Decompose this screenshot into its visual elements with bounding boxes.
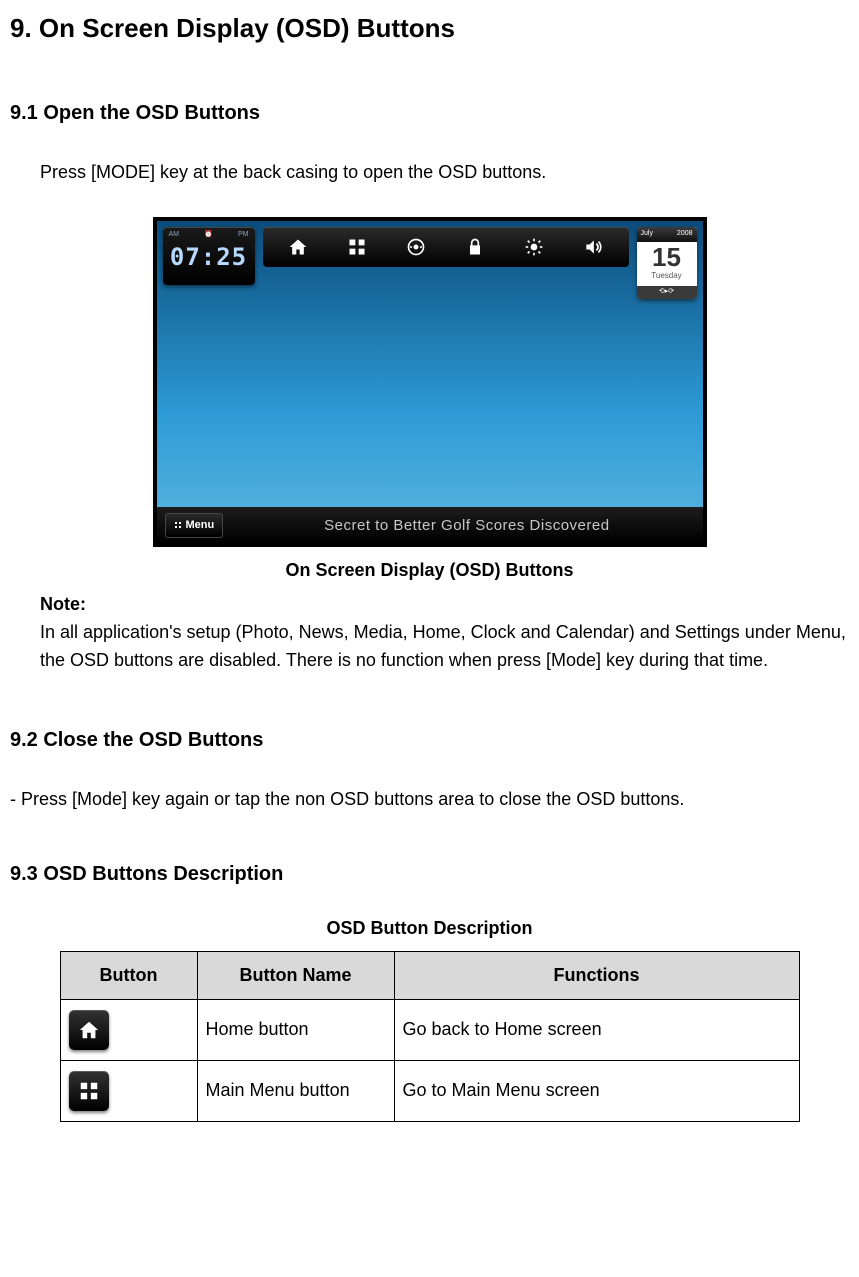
table-row: Main Menu button Go to Main Menu screen xyxy=(60,1061,799,1122)
open-osd-instruction: Press [MODE] key at the back casing to o… xyxy=(40,159,849,187)
calendar-widget: July 2008 15 Tuesday ⟲▸⟳ xyxy=(637,227,697,299)
cell-name: Main Menu button xyxy=(197,1061,394,1122)
cal-day: 15 xyxy=(637,244,697,270)
page-title: 9. On Screen Display (OSD) Buttons xyxy=(10,8,849,48)
menu-label: Menu xyxy=(186,517,215,534)
clock-time: 07:25 xyxy=(163,239,255,276)
note-text: In all application's setup (Photo, News,… xyxy=(40,619,849,675)
section-9-1-heading: 9.1 Open the OSD Buttons xyxy=(10,98,849,129)
th-name: Button Name xyxy=(197,951,394,1000)
cal-year: 2008 xyxy=(677,229,693,240)
th-button: Button xyxy=(60,951,197,1000)
home-icon[interactable] xyxy=(283,232,313,262)
lock-icon[interactable] xyxy=(460,232,490,262)
screenshot-caption: On Screen Display (OSD) Buttons xyxy=(10,557,849,585)
cell-func: Go back to Home screen xyxy=(394,1000,799,1061)
grid-icon[interactable] xyxy=(342,232,372,262)
close-osd-text: - Press [Mode] key again or tap the non … xyxy=(10,786,849,814)
osd-description-table: Button Button Name Functions Home button… xyxy=(60,951,800,1123)
cell-icon-home xyxy=(60,1000,197,1061)
section-9-2-heading: 9.2 Close the OSD Buttons xyxy=(10,725,849,756)
cal-month: July xyxy=(641,229,653,240)
cell-name: Home button xyxy=(197,1000,394,1061)
news-ticker: Secret to Better Golf Scores Discovered xyxy=(231,514,702,537)
osd-screenshot: AM ⏰ PM 07:25 xyxy=(153,217,707,547)
cal-dow: Tuesday xyxy=(637,270,697,282)
menu-dots-icon xyxy=(174,521,182,529)
volume-icon[interactable] xyxy=(578,232,608,262)
note-label: Note: xyxy=(40,591,849,619)
osd-toolbar xyxy=(263,227,629,267)
section-9-3-heading: 9.3 OSD Buttons Description xyxy=(10,859,849,890)
table-title: OSD Button Description xyxy=(10,915,849,943)
media-icon[interactable] xyxy=(401,232,431,262)
th-functions: Functions xyxy=(394,951,799,1000)
table-header-row: Button Button Name Functions xyxy=(60,951,799,1000)
cal-footer-icon: ⟲▸⟳ xyxy=(637,286,697,299)
home-icon xyxy=(69,1010,109,1050)
menu-button[interactable]: Menu xyxy=(165,513,224,538)
brightness-icon[interactable] xyxy=(519,232,549,262)
bottom-bar: Menu Secret to Better Golf Scores Discov… xyxy=(157,507,703,543)
grid-icon xyxy=(69,1071,109,1111)
cell-func: Go to Main Menu screen xyxy=(394,1061,799,1122)
table-row: Home button Go back to Home screen xyxy=(60,1000,799,1061)
cell-icon-grid xyxy=(60,1061,197,1122)
clock-widget: AM ⏰ PM 07:25 xyxy=(163,227,255,285)
